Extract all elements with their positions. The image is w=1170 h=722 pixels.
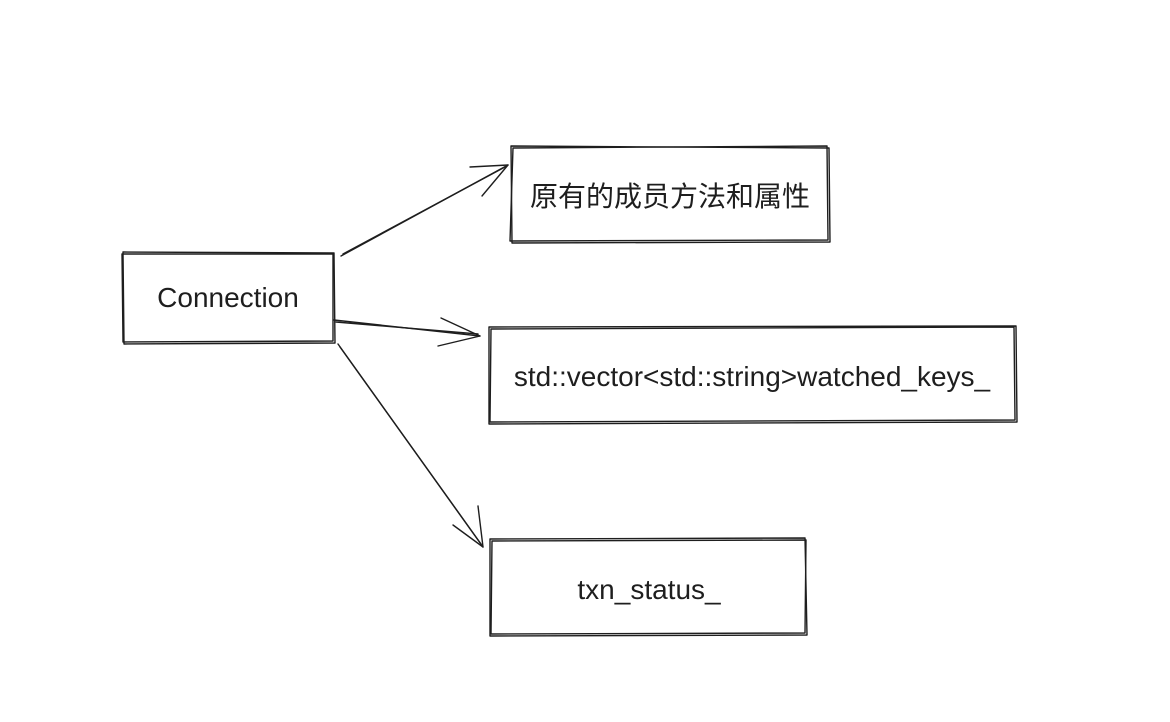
node-watched-keys[interactable]: std::vector<std::string>watched_keys_ — [488, 325, 1018, 425]
node-watched-keys-label: std::vector<std::string>watched_keys_ — [514, 361, 991, 392]
edge-connection-to-watched-keys-line-second-stroke — [335, 321, 479, 335]
node-txn-status[interactable]: txn_status_ — [489, 537, 808, 637]
node-methods-label: 原有的成员方法和属性 — [530, 181, 810, 212]
node-txn-status-label: txn_status_ — [577, 574, 721, 605]
edge-connection-to-txn-status — [337, 343, 484, 548]
edge-connection-to-methods-line-second-stroke — [342, 166, 506, 255]
diagram-canvas: Connection 原有的成员方法和属性 std::vector<std::s… — [121, 145, 1018, 637]
edge-connection-to-methods-arrowhead — [469, 164, 509, 197]
edge-connection-to-methods — [340, 164, 509, 257]
node-methods[interactable]: 原有的成员方法和属性 — [509, 145, 831, 244]
edge-connection-to-watched-keys — [333, 317, 481, 347]
node-connection-label: Connection — [157, 282, 299, 313]
node-connection[interactable]: Connection — [121, 251, 336, 345]
edge-connection-to-txn-status-line-second-stroke — [339, 346, 482, 545]
